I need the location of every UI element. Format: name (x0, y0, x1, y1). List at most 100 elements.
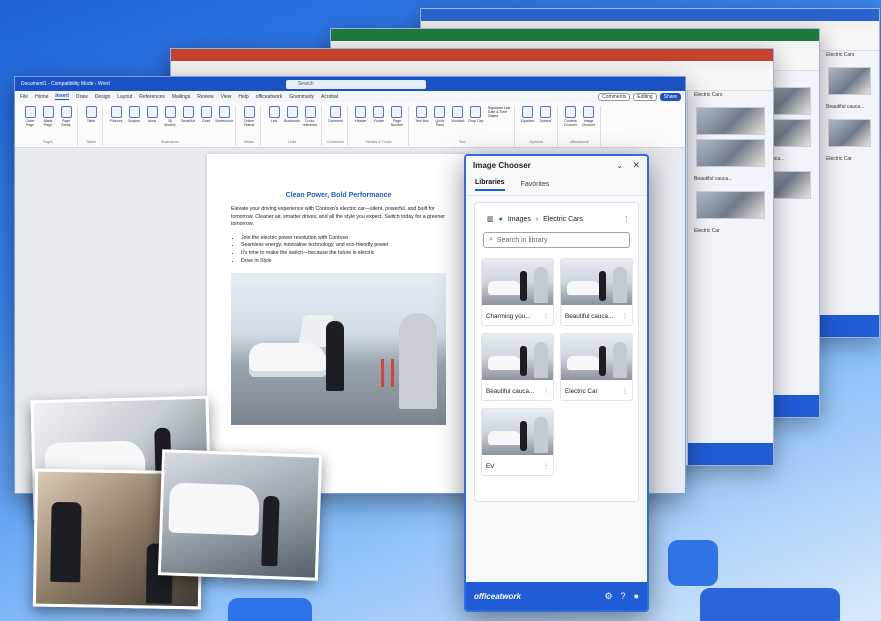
page-break-button[interactable]: Page Break (58, 106, 74, 127)
pictures-button[interactable]: Pictures (108, 106, 124, 127)
side-footer (820, 315, 879, 337)
editing-button[interactable]: Editing (633, 92, 657, 101)
tab-design[interactable]: Design (95, 94, 111, 100)
tab-home[interactable]: Home (35, 94, 48, 100)
tab-view[interactable]: View (221, 94, 232, 100)
gear-icon[interactable]: ⚙ (604, 591, 612, 602)
header-icon (355, 106, 367, 118)
decor-block (668, 540, 718, 586)
chart-button[interactable]: Chart (198, 106, 214, 127)
ribbon-group-label: Symbols (529, 140, 544, 144)
ribbon-group-links: Link Bookmark Cross-reference Links (263, 106, 322, 146)
bookmark-button[interactable]: Bookmark (284, 106, 300, 127)
tab-libraries[interactable]: Libraries (475, 179, 505, 191)
ribbon-group-label: Pages (43, 140, 53, 144)
tab-acrobat[interactable]: Acrobat (321, 94, 338, 100)
online-videos-button[interactable]: Online Videos (241, 106, 257, 127)
ribbon-group-label: Header & Footer (365, 140, 392, 144)
doc-paragraph: Elevate your driving experience with Con… (231, 206, 445, 228)
text-box-icon (416, 106, 428, 118)
blank-page-button[interactable]: Blank Page (40, 106, 56, 127)
thumbnail[interactable] (696, 139, 765, 167)
tab-insert[interactable]: Insert (55, 93, 70, 100)
online-videos-icon (243, 106, 255, 118)
ribbon-button-label: Screenshot (215, 119, 233, 123)
account-icon[interactable]: ● (634, 591, 639, 602)
tab-review[interactable]: Review (197, 94, 213, 100)
tab-references[interactable]: References (139, 94, 165, 100)
quick-parts-icon (434, 106, 446, 118)
tab-favorites[interactable]: Favorites (521, 181, 550, 188)
more-icon[interactable]: ⋮ (543, 313, 549, 320)
image-label: Charming you... (486, 312, 531, 320)
cover-page-button[interactable]: Cover Page (22, 106, 38, 127)
document-page[interactable]: Clean Power, Bold Performance Elevate yo… (207, 154, 470, 493)
person-shape (261, 495, 280, 567)
tab-draw[interactable]: Draw (76, 94, 88, 100)
tab-layout[interactable]: Layout (117, 94, 132, 100)
drop-cap-button[interactable]: Drop Cap (468, 106, 484, 127)
brand-logo: officeatwork (474, 591, 521, 601)
smartart-button[interactable]: SmartArt (180, 106, 196, 127)
help-icon[interactable]: ? (621, 591, 626, 602)
library-search-input[interactable]: ⌕ Search in library (483, 232, 630, 248)
more-icon[interactable]: ⋮ (622, 313, 628, 320)
tab-help[interactable]: Help (238, 94, 248, 100)
screenshot-button[interactable]: Screenshot (215, 106, 233, 127)
share-button[interactable]: Share (659, 92, 681, 101)
more-icon[interactable]: ⋮ (623, 215, 630, 223)
doc-ev-photo[interactable] (231, 273, 446, 426)
side-footer (688, 443, 773, 465)
image-tile[interactable]: EV ⋮ (481, 408, 554, 476)
more-icon[interactable]: ⋮ (622, 388, 628, 395)
table-icon (85, 106, 97, 118)
image-tile[interactable]: Electric Car ⋮ (560, 333, 633, 401)
header-button[interactable]: Header (353, 106, 369, 127)
page-number-button[interactable]: Page Number (389, 106, 405, 127)
insert-ribbon: Cover Page Blank Page Page Break Pages Table… (15, 102, 685, 148)
shapes-button[interactable]: Shapes (126, 106, 142, 127)
object-button[interactable]: Object (488, 114, 511, 118)
thumbnail[interactable] (696, 191, 765, 219)
breadcrumb-root[interactable]: Images (508, 216, 531, 223)
search-box[interactable]: Search (285, 79, 426, 89)
footer-button[interactable]: Footer (371, 106, 387, 127)
ribbon-group-label: Comments (327, 140, 344, 144)
content-chooser-button[interactable]: Content Chooser (563, 106, 579, 127)
ribbon-group-comments: Comment Comments (324, 106, 348, 146)
icons-icon (146, 106, 158, 118)
library-icon[interactable]: ▥ (487, 215, 494, 223)
more-icon[interactable]: ⋮ (543, 463, 549, 470)
comment-button[interactable]: Comment (327, 106, 343, 123)
cross-reference-icon (304, 106, 316, 118)
more-icon[interactable]: ⋮ (543, 388, 549, 395)
image-tile[interactable]: Beautiful cauca... ⋮ (481, 333, 554, 401)
chevron-right-icon: › (535, 215, 539, 223)
image-tile[interactable]: Charming you... ⋮ (481, 258, 554, 326)
comments-button[interactable]: Comments (598, 92, 631, 101)
thumbnail[interactable] (696, 107, 765, 135)
image-tile[interactable]: Beautiful cauca... ⋮ (560, 258, 633, 326)
tab-file[interactable]: File (20, 94, 28, 100)
link-icon (268, 106, 280, 118)
link-button[interactable]: Link (266, 106, 282, 127)
image-chooser-button[interactable]: Image Chooser (581, 106, 597, 127)
3d-models-button[interactable]: 3D Models (162, 106, 178, 127)
tab-mailings[interactable]: Mailings (172, 94, 190, 100)
icons-button[interactable]: Icons (144, 106, 160, 127)
quick-parts-button[interactable]: Quick Parts (432, 106, 448, 127)
text-box-button[interactable]: Text Box (414, 106, 430, 127)
tab-grammarly[interactable]: Grammarly (289, 94, 314, 100)
thumbnail[interactable] (828, 119, 871, 147)
equation-button[interactable]: Equation (520, 106, 536, 123)
chevron-down-icon[interactable]: ⌄ (616, 160, 624, 171)
wordart-button[interactable]: WordArt (450, 106, 466, 127)
side-caption: Electric Cars (826, 52, 855, 58)
table-button[interactable]: Table (83, 106, 99, 123)
close-icon[interactable]: ✕ (632, 160, 640, 171)
thumbnail[interactable] (828, 67, 871, 95)
symbol-button[interactable]: Symbol (538, 106, 554, 123)
cross-reference-button[interactable]: Cross-reference (302, 106, 318, 127)
decor-block (700, 588, 840, 621)
tab-officeatwork[interactable]: officeatwork (256, 94, 283, 100)
